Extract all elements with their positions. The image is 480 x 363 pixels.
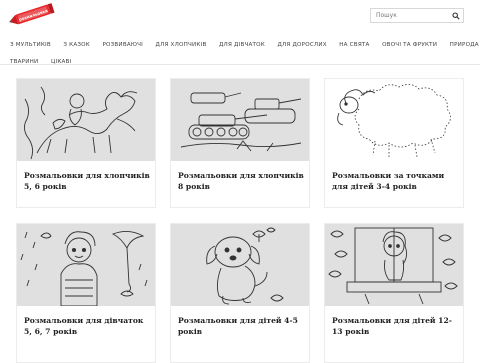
card-image[interactable]: [17, 79, 155, 161]
card-title[interactable]: Розмальовки для хлопчиків 8 років: [178, 170, 306, 192]
nav-divider: [0, 64, 480, 65]
card-image[interactable]: [171, 224, 309, 306]
girl-window-drawing-icon: [325, 224, 463, 306]
sheep-dots-drawing-icon: [325, 79, 463, 161]
nav-row-2: Тварини Цікаві: [10, 48, 84, 65]
nav-item-for-adults[interactable]: Для дорослих: [277, 42, 326, 48]
card-title[interactable]: Розмальовки для хлопчиків 5, 6 років: [24, 170, 152, 192]
card-image[interactable]: [17, 224, 155, 306]
card-title[interactable]: Розмальовки для дівчаток 5, 6, 7 років: [24, 315, 152, 337]
card-title[interactable]: Розмальовки для дітей 4-5 років: [178, 315, 306, 337]
card-girls-5-7[interactable]: Розмальовки для дівчаток 5, 6, 7 років: [16, 223, 156, 363]
card-boys-8[interactable]: Розмальовки для хлопчиків 8 років: [170, 78, 310, 208]
site-logo[interactable]: розмальовки: [4, 2, 64, 26]
girl-umbrella-drawing-icon: [17, 224, 155, 306]
crayon-logo-icon: розмальовки: [9, 3, 55, 25]
site-header: розмальовки: [0, 0, 480, 30]
card-kids-12-13[interactable]: Розмальовки для дітей 12-13 років: [324, 223, 464, 363]
search-input[interactable]: [371, 9, 449, 22]
nav-item-for-boys[interactable]: Для хлопчиків: [156, 42, 207, 48]
search-box: [370, 8, 464, 23]
puppy-drawing-icon: [171, 224, 309, 306]
card-dots-3-4[interactable]: Розмальовки за точками для дітей 3-4 рок…: [324, 78, 464, 208]
nav-item-holidays[interactable]: На свята: [339, 42, 369, 48]
nav-item-vegetables-fruits[interactable]: Овочі та фрукти: [382, 42, 437, 48]
boy-on-horse-drawing-icon: [17, 79, 155, 161]
nav-item-educational[interactable]: Розвиваючі: [102, 42, 143, 48]
nav-item-nature[interactable]: Природа: [450, 42, 479, 48]
card-image[interactable]: [171, 79, 309, 161]
search-button[interactable]: [448, 9, 463, 22]
card-title[interactable]: Розмальовки для дітей 12-13 років: [332, 315, 460, 337]
card-kids-4-5[interactable]: Розмальовки для дітей 4-5 років: [170, 223, 310, 363]
nav-row-1: З мультиків З казок Розвиваючі Для хлопчикі…: [10, 31, 480, 48]
card-image[interactable]: [325, 224, 463, 306]
search-icon: [451, 11, 460, 20]
tanks-drawing-icon: [171, 79, 309, 161]
card-title[interactable]: Розмальовки за точками для дітей 3-4 рок…: [332, 170, 460, 192]
card-image[interactable]: [325, 79, 463, 161]
card-boys-5-6[interactable]: Розмальовки для хлопчиків 5, 6 років: [16, 78, 156, 208]
nav-item-for-girls[interactable]: Для дівчаток: [219, 42, 265, 48]
